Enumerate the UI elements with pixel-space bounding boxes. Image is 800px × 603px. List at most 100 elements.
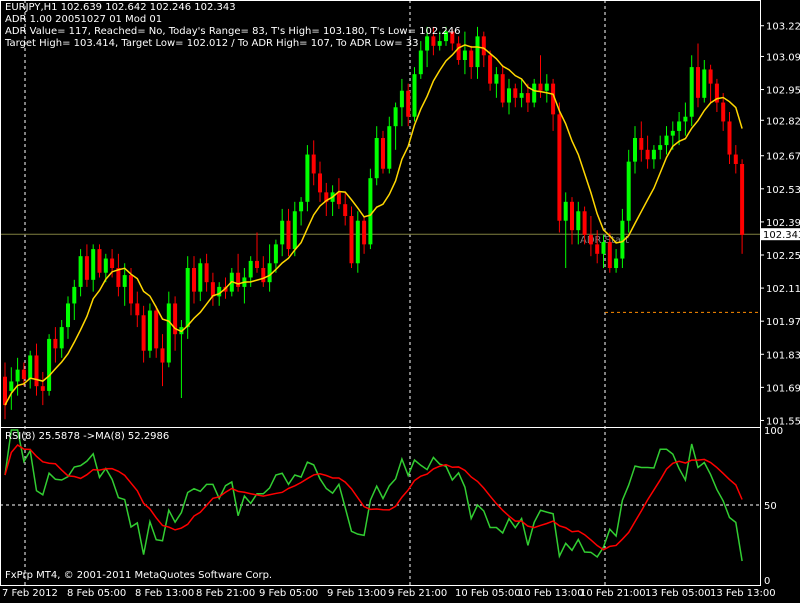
candle-bear bbox=[513, 88, 518, 98]
candle-bear bbox=[110, 258, 115, 268]
candle-bull bbox=[91, 249, 96, 280]
candle-bull bbox=[166, 303, 171, 363]
time-tick-label: 9 Feb 21:00 bbox=[388, 588, 447, 599]
candle-bull bbox=[664, 135, 669, 146]
price-tick-label: 103.095 bbox=[766, 52, 800, 63]
price-tick-label: 102.825 bbox=[766, 116, 800, 127]
candle-bull bbox=[72, 286, 77, 304]
candle-bull bbox=[28, 355, 33, 380]
candle-bear bbox=[696, 67, 700, 98]
candle-bull bbox=[280, 220, 285, 245]
rsi-tick-label: 100 bbox=[764, 426, 783, 437]
candle-bull bbox=[425, 36, 430, 51]
candle-bull bbox=[59, 327, 64, 349]
candle-bear bbox=[557, 114, 562, 221]
candle-bear bbox=[525, 93, 530, 103]
candle-bull bbox=[658, 145, 663, 150]
candle-bull bbox=[355, 220, 360, 264]
candle-bull bbox=[633, 138, 637, 162]
candle-bull bbox=[494, 74, 499, 84]
time-tick-label: 10 Feb 13:00 bbox=[518, 588, 584, 599]
candle-bear bbox=[582, 211, 587, 235]
candle-bear bbox=[34, 355, 39, 387]
current-price-label: 102.343 bbox=[763, 230, 800, 241]
candle-bear bbox=[538, 83, 543, 91]
candle-bear bbox=[192, 268, 196, 292]
chart-border bbox=[0, 0, 761, 586]
candle-bear bbox=[349, 216, 354, 264]
candle-bull bbox=[651, 149, 656, 160]
candle-bull bbox=[677, 121, 682, 131]
axis-layer: 103.225 103.095 102.955 102.825 102.675 102.5… bbox=[0, 0, 800, 599]
candle-bear bbox=[154, 310, 159, 349]
candle-bull bbox=[387, 126, 392, 169]
chart-canvas[interactable]: ADR Start 103.225103.095102.955102.82510… bbox=[0, 0, 800, 600]
chart-window[interactable]: ADR Start 103.225103.095102.955102.82510… bbox=[0, 0, 800, 600]
candle-bull bbox=[273, 244, 278, 264]
candle-bear bbox=[204, 263, 209, 283]
candle-bear bbox=[708, 69, 713, 84]
time-tick-label: 8 Feb 05:00 bbox=[67, 588, 126, 599]
candle-bull bbox=[702, 69, 707, 98]
price-tick-label: 102.255 bbox=[766, 251, 800, 262]
candle-bear bbox=[500, 74, 505, 103]
price-panel: ADR Start bbox=[0, 26, 760, 420]
candle-bear bbox=[570, 201, 574, 231]
candle-bull bbox=[462, 50, 467, 60]
candle-bear bbox=[40, 386, 45, 391]
candle-bear bbox=[336, 192, 341, 205]
candle-bear bbox=[456, 43, 461, 60]
copyright: FxPrp MT4, © 2001-2011 MetaQuotes Softwa… bbox=[5, 570, 273, 581]
rsi-ma-line bbox=[4, 444, 743, 551]
candle-bull bbox=[78, 256, 83, 287]
candle-bear bbox=[129, 275, 133, 304]
candle-bear bbox=[311, 154, 316, 174]
candle-bear bbox=[645, 149, 650, 160]
candle-bull bbox=[626, 161, 631, 221]
price-tick-label: 102.395 bbox=[766, 218, 800, 229]
candle-bull bbox=[198, 263, 203, 292]
candle-bull bbox=[9, 381, 14, 391]
candle-bull bbox=[475, 36, 480, 68]
price-tick-label: 102.675 bbox=[766, 152, 800, 163]
candle-bull bbox=[614, 258, 619, 268]
candle-bear bbox=[588, 234, 593, 245]
time-tick-label: 9 Feb 05:00 bbox=[259, 588, 318, 599]
candle-bull bbox=[103, 258, 108, 273]
candle-bear bbox=[362, 220, 367, 245]
candle-bull bbox=[292, 211, 297, 250]
time-tick-label: 13 Feb 05:00 bbox=[645, 588, 711, 599]
candle-bear bbox=[236, 272, 241, 287]
candle-bull bbox=[544, 83, 549, 91]
adr-info: ADR 1.00 20051027 01 Mod 01 bbox=[5, 14, 163, 25]
price-tick-label: 102.535 bbox=[766, 185, 800, 196]
candle-bull bbox=[532, 83, 537, 103]
candle-bear bbox=[727, 121, 732, 155]
candle-bull bbox=[576, 211, 581, 231]
time-tick-label: 9 Feb 13:00 bbox=[327, 588, 386, 599]
candle-bull bbox=[519, 93, 524, 98]
symbol-info: EURJPY,H1 102.639 102.642 102.246 102.34… bbox=[5, 2, 236, 13]
target-info: Target High= 103.414, Target Low= 102.01… bbox=[5, 38, 419, 49]
candle-bear bbox=[84, 256, 89, 280]
candle-bear bbox=[135, 303, 140, 316]
candle-bull bbox=[507, 88, 511, 103]
candle-bull bbox=[670, 130, 675, 136]
rsi-title: RSI(8) 25.5878 ->MA(8) 52.2986 bbox=[5, 431, 170, 442]
time-tick-label: 8 Feb 21:00 bbox=[196, 588, 255, 599]
candle-bull bbox=[147, 310, 152, 351]
candle-bear bbox=[255, 260, 259, 268]
candle-bull bbox=[689, 67, 694, 117]
candle-bear bbox=[431, 36, 436, 46]
grid-layer bbox=[24, 0, 606, 585]
candle-bull bbox=[393, 107, 398, 127]
candle-bear bbox=[639, 138, 644, 150]
moving-average-line bbox=[4, 44, 743, 406]
candle-bull bbox=[683, 116, 688, 122]
time-tick-label: 8 Feb 13:00 bbox=[135, 588, 194, 599]
candle-bear bbox=[141, 315, 146, 351]
candle-bear bbox=[286, 220, 291, 250]
candle-bear bbox=[481, 36, 486, 56]
candle-bull bbox=[299, 201, 304, 212]
candle-bear bbox=[53, 338, 58, 349]
